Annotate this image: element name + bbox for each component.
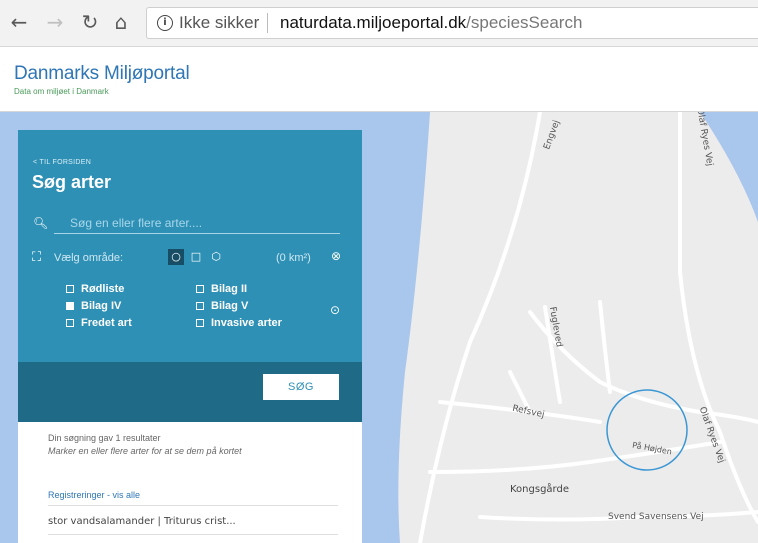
land <box>398 112 758 543</box>
url-text[interactable]: naturdata.miljoeportal.dk/speciesSearch <box>280 13 582 33</box>
result-hint: Marker en eller flere arter for at se de… <box>48 446 242 456</box>
checkbox[interactable] <box>66 285 74 293</box>
area-label: Vælg område: <box>54 252 124 264</box>
search-icon: 🔍︎ <box>33 216 49 230</box>
rectangle-shape-button[interactable]: □ <box>188 249 204 265</box>
url-host: naturdata.miljoeportal.dk <box>280 13 467 32</box>
back-button[interactable]: ← <box>8 11 30 33</box>
filter-label: Invasive arter <box>211 317 282 329</box>
address-bar[interactable]: i Ikke sikker naturdata.miljoeportal.dk/… <box>146 7 758 39</box>
home-button[interactable]: ⌂ <box>110 11 132 33</box>
filter-label: Fredet art <box>81 317 132 329</box>
panel-search-section: < TIL FORSIDEN Søg arter 🔍︎ ⛶ Vælg områd… <box>18 130 362 362</box>
filter-info-icon[interactable]: ⊙ <box>330 303 340 317</box>
filter-bilag-ii[interactable]: Bilag II <box>196 283 247 295</box>
area-clear-icon[interactable]: ⊗ <box>331 249 341 263</box>
circle-shape-button[interactable]: ○ <box>168 249 184 265</box>
divider <box>48 534 338 535</box>
panel-title: Søg arter <box>32 172 112 192</box>
forward-button[interactable]: → <box>44 11 66 33</box>
security-status[interactable]: Ikke sikker <box>179 13 259 33</box>
registrations-link[interactable]: Registreringer - vis alle <box>48 490 140 500</box>
site-logo-title[interactable]: Danmarks Miljøportal <box>14 63 190 85</box>
filter-label: Bilag IV <box>81 300 122 312</box>
species-list-item[interactable]: stor vandsalamander | Triturus crist... <box>48 516 236 527</box>
site-logo-subtitle: Data om miljøet i Danmark <box>14 87 109 96</box>
map-label-kongsgarde: Kongsgårde <box>510 484 569 495</box>
back-to-frontpage-link[interactable]: < TIL FORSIDEN <box>33 159 91 166</box>
filter-rodliste[interactable]: Rødliste <box>66 283 124 295</box>
divider <box>48 505 338 506</box>
filter-fredet-art[interactable]: Fredet art <box>66 317 132 329</box>
filter-bilag-v[interactable]: Bilag V <box>196 300 248 312</box>
address-separator <box>267 13 268 33</box>
filter-label: Rødliste <box>81 283 125 295</box>
polygon-shape-button[interactable]: ⬡ <box>208 249 224 265</box>
checkbox[interactable] <box>196 285 204 293</box>
search-button[interactable]: SØG <box>263 374 339 400</box>
site-header: Danmarks Miljøportal Data om miljøet i D… <box>0 47 758 112</box>
checkbox[interactable] <box>196 302 204 310</box>
reload-button[interactable]: ↻ <box>79 11 101 33</box>
browser-toolbar: ← → ↻ ⌂ i Ikke sikker naturdata.miljoepo… <box>0 0 758 47</box>
filter-label: Bilag II <box>211 283 248 295</box>
result-count: Din søgning gav 1 resultater <box>48 433 161 443</box>
species-search-input[interactable] <box>54 212 340 234</box>
area-size: (0 km²) <box>276 252 311 264</box>
filter-invasive-arter[interactable]: Invasive arter <box>196 317 282 329</box>
map-label-svend-savensens-vej: Svend Savensens Vej <box>608 512 704 522</box>
url-path: /speciesSearch <box>466 13 583 32</box>
filter-label: Bilag V <box>211 300 249 312</box>
checkbox-checked[interactable] <box>66 302 74 310</box>
checkbox[interactable] <box>66 319 74 327</box>
area-select-icon: ⛶ <box>32 250 42 265</box>
info-icon[interactable]: i <box>157 15 173 31</box>
panel-action-band: SØG <box>18 362 362 422</box>
filter-bilag-iv[interactable]: Bilag IV <box>66 300 121 312</box>
checkbox[interactable] <box>196 319 204 327</box>
species-search-panel: < TIL FORSIDEN Søg arter 🔍︎ ⛶ Vælg områd… <box>18 130 362 543</box>
